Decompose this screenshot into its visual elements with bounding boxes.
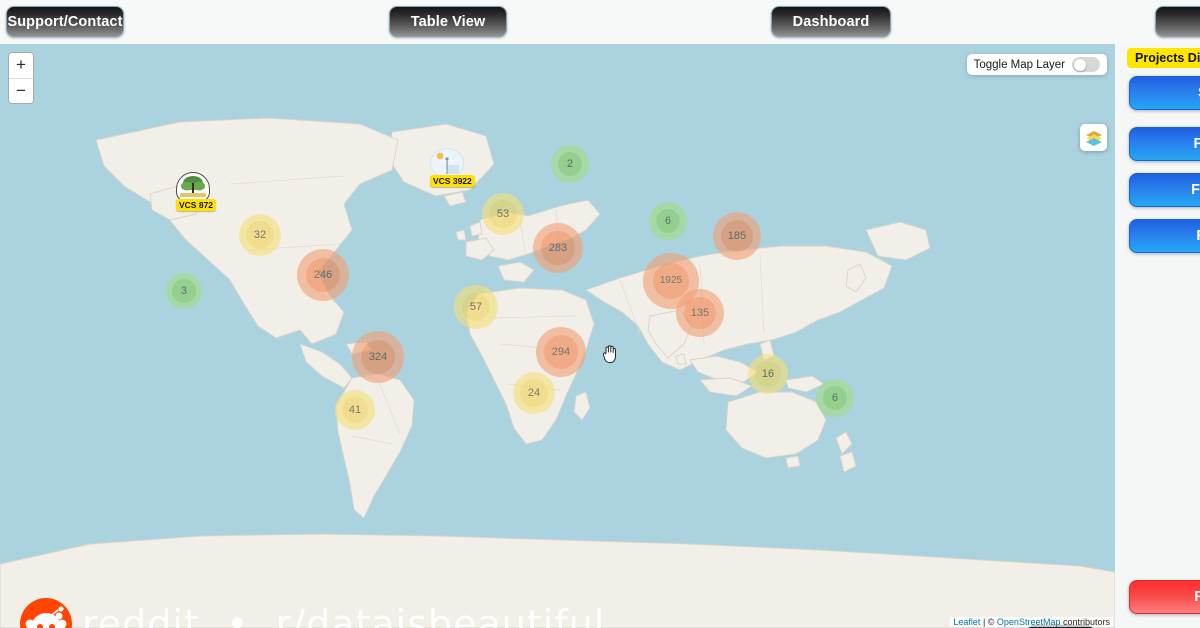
app-root: Support/Contact Table View Dashboard T (0, 0, 1200, 628)
toggle-map-layer-control[interactable]: Toggle Map Layer (966, 54, 1107, 75)
cluster-marker-count: 41 (341, 396, 369, 424)
tree-icon (180, 176, 206, 197)
cluster-marker[interactable]: 283 (532, 222, 584, 274)
cluster-marker[interactable]: 32 (238, 213, 282, 257)
cluster-marker-count: 283 (541, 231, 575, 265)
reset-filters-button[interactable]: Reset (1129, 580, 1200, 614)
cluster-marker-count: 3 (172, 279, 196, 303)
filter-by-project-button[interactable]: Filter by Pr (1129, 173, 1200, 207)
zoom-in-button[interactable]: + (9, 53, 33, 78)
cluster-marker[interactable]: 57 (454, 285, 498, 329)
layers-button[interactable] (1080, 124, 1107, 151)
cluster-marker-count: 32 (246, 221, 274, 249)
toggle-map-layer-switch[interactable] (1072, 57, 1100, 72)
dashboard-button[interactable]: Dashboard (771, 6, 891, 37)
project-pin[interactable]: VCS 3922 (430, 148, 475, 187)
project-pin-icon-bubble (430, 148, 464, 178)
cluster-marker[interactable]: 246 (297, 249, 349, 301)
cluster-marker[interactable]: 294 (535, 326, 587, 378)
project-pin-icon-bubble (176, 172, 210, 202)
toggle-map-layer-label: Toggle Map Layer (973, 58, 1065, 71)
cluster-marker[interactable]: 24 (512, 371, 556, 415)
cluster-marker-count: 24 (520, 379, 548, 407)
leaflet-map[interactable]: + − Toggle Map Layer 32 246 3 324 41 57 294 24 5… (0, 44, 1115, 628)
table-view-button[interactable]: Table View (389, 6, 507, 37)
cluster-marker[interactable]: 324 (352, 331, 404, 383)
cluster-marker-count: 246 (305, 257, 341, 293)
fourth-nav-button[interactable]: T (1155, 6, 1200, 37)
search-projects-button[interactable]: Search P (1129, 76, 1200, 110)
zoom-out-button[interactable]: − (9, 78, 33, 103)
cluster-marker[interactable]: 3 (166, 273, 202, 309)
support-contact-button[interactable]: Support/Contact (6, 6, 124, 37)
cluster-marker-count: 185 (720, 219, 754, 253)
layers-icon (1085, 130, 1102, 146)
cluster-marker[interactable]: 2 (551, 145, 589, 183)
project-pin-label: VCS 3922 (430, 175, 475, 187)
cluster-marker-count: 57 (461, 292, 491, 322)
cluster-marker[interactable]: 6 (816, 379, 854, 417)
map-zoom-control[interactable]: + − (8, 52, 34, 104)
cluster-marker-count: 135 (683, 296, 717, 330)
attribution-sep: | © (980, 617, 997, 627)
filter-by-date-button[interactable]: Filter by D (1129, 127, 1200, 161)
projects-displayed-badge: Projects Disp (1127, 48, 1200, 68)
cluster-marker-count: 53 (489, 200, 517, 228)
filter-sidebar: Projects Disp Search P Filter by D Filte… (1115, 44, 1200, 628)
project-pin[interactable]: VCS 872 (176, 172, 217, 211)
cluster-marker-count: 6 (655, 208, 681, 234)
top-navigation-bar: Support/Contact Table View Dashboard T (0, 0, 1200, 44)
cluster-marker[interactable]: 6 (649, 202, 687, 240)
leaflet-link[interactable]: Leaflet (953, 617, 980, 627)
wind-turbine-icon (436, 150, 459, 174)
cluster-marker[interactable]: 53 (481, 192, 525, 236)
cluster-marker-count: 324 (360, 339, 396, 375)
filter-by-country-button[interactable]: Filter by ( (1129, 219, 1200, 253)
grab-hand-cursor (602, 345, 616, 364)
attribution-suffix: contributors (1060, 617, 1110, 627)
cluster-marker-count: 2 (557, 151, 583, 177)
map-attribution: Leaflet | © OpenStreetMap contributors (950, 617, 1113, 627)
cluster-marker-count: 6 (822, 385, 848, 411)
cluster-marker-count: 16 (754, 360, 782, 388)
openstreetmap-link[interactable]: OpenStreetMap (997, 617, 1061, 627)
project-pin-label: VCS 872 (176, 199, 217, 211)
cluster-marker-count: 294 (544, 335, 578, 369)
